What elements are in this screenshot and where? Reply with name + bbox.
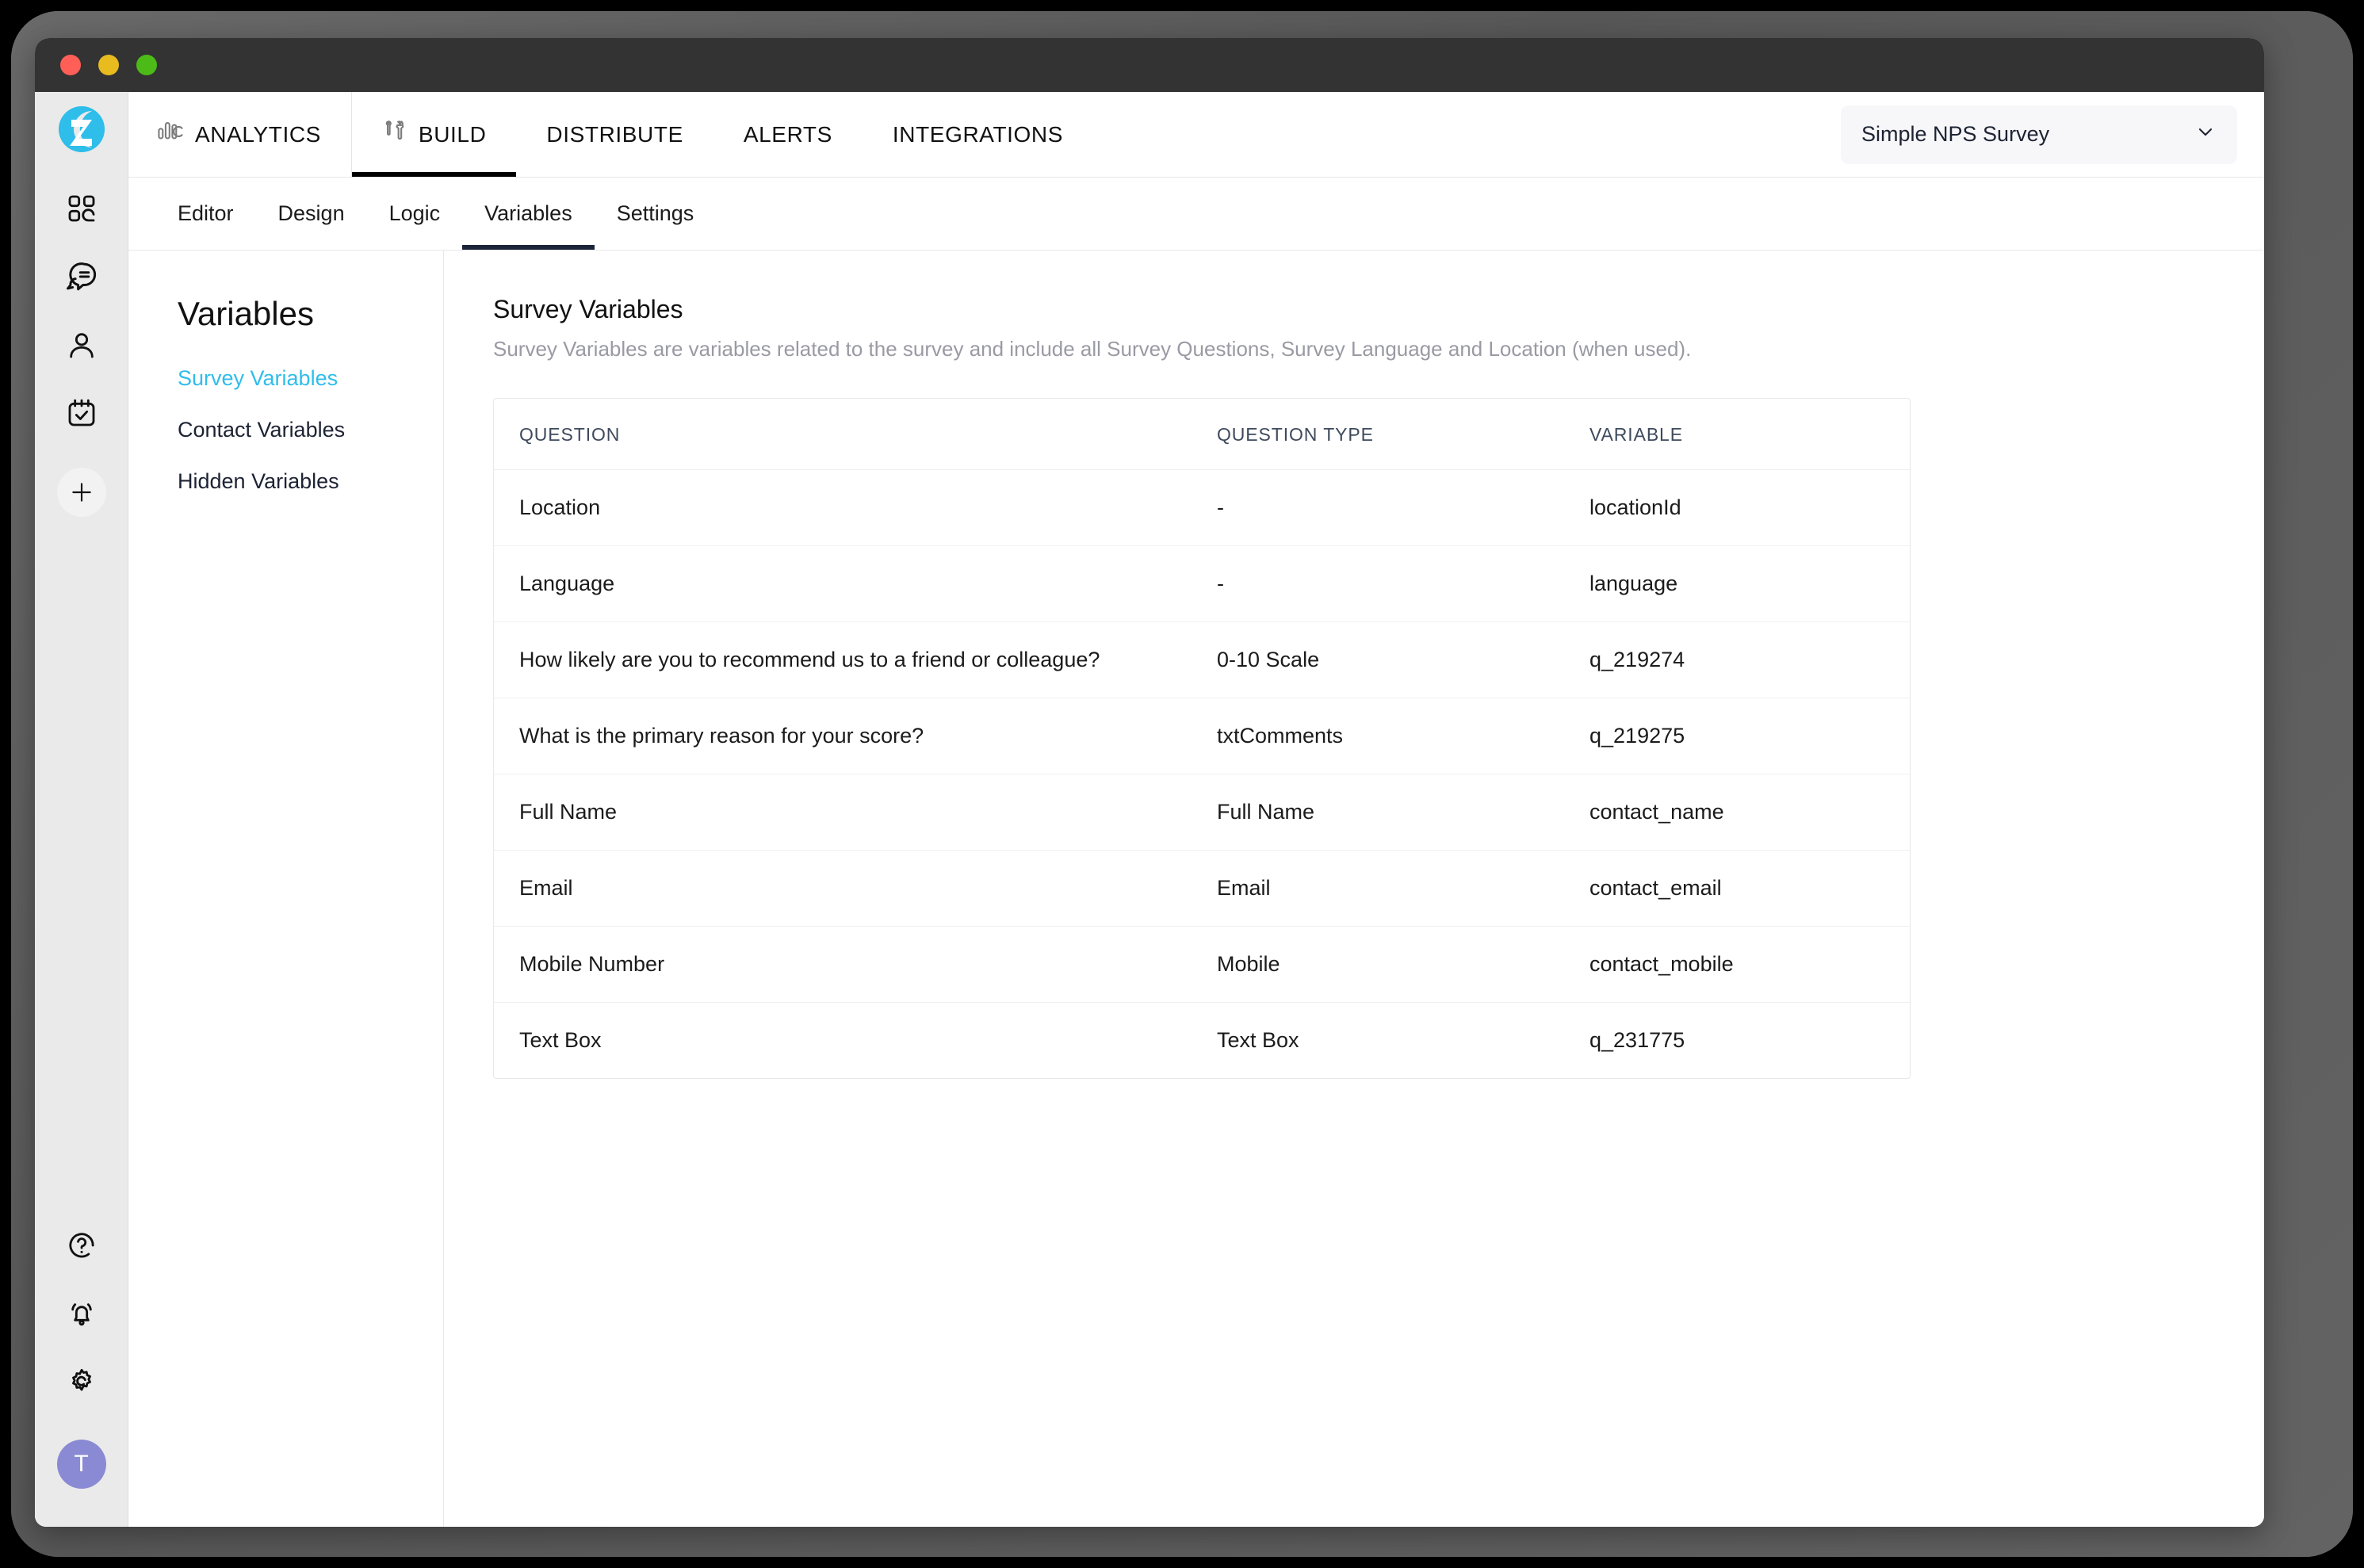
variables-sidepanel: Variables Survey Variables Contact Varia… [128,250,444,1527]
content-area: Variables Survey Variables Contact Varia… [128,250,2264,1527]
cell-question: Location [494,469,1192,546]
cell-question-type: Full Name [1192,774,1564,851]
cell-question: Text Box [494,1002,1192,1078]
table-row[interactable]: Location - locationId [494,469,1910,546]
cell-question-type: txtComments [1192,698,1564,774]
cell-question-type: Email [1192,850,1564,927]
topnav-item-distribute[interactable]: DISTRIBUTE [516,92,713,177]
topnav-spacer [1093,92,1841,177]
top-navigation: ANALYTICS BUILD DISTRIBUTE ALERTS INTEGR… [128,92,2264,178]
avatar[interactable]: T [56,1440,106,1489]
cell-variable: q_219275 [1564,698,1910,774]
survey-variables-panel: Survey Variables Survey Variables are va… [444,250,2264,1527]
window-titlebar [35,38,2264,92]
column-header-question-type: QUESTION TYPE [1192,399,1564,470]
browser-window: T ANALYTICS BUILD DISTRIBUTE ALERTS INTE… [35,38,2264,1527]
app-body: T ANALYTICS BUILD DISTRIBUTE ALERTS INTE… [35,92,2264,1527]
sub-navigation: Editor Design Logic Variables Settings [128,178,2264,250]
close-button[interactable] [60,55,81,75]
topnav-label-build: BUILD [418,121,487,147]
bar-chart-icon [157,120,184,149]
topnav-label-alerts: ALERTS [743,121,832,147]
table-row[interactable]: How likely are you to recommend us to a … [494,621,1910,698]
panel-description: Survey Variables are variables related t… [493,337,1692,361]
table-row[interactable]: What is the primary reason for your scor… [494,698,1910,774]
cell-variable: q_219274 [1564,621,1910,698]
page-title: Variables [178,295,314,332]
left-icon-rail: T [35,92,128,1527]
sidebar-item-contact-variables[interactable]: Contact Variables [178,418,443,442]
topnav-label-integrations: INTEGRATIONS [892,121,1064,147]
tab-label-editor: Editor [178,201,234,225]
table-row[interactable]: Language - language [494,545,1910,622]
cell-question: What is the primary reason for your scor… [494,698,1192,774]
survey-selector-value: Simple NPS Survey [1861,122,2050,146]
main-column: ANALYTICS BUILD DISTRIBUTE ALERTS INTEGR… [128,92,2264,1527]
add-button[interactable] [56,468,106,517]
user-icon[interactable] [57,320,106,369]
tab-label-design: Design [277,201,345,225]
gear-icon[interactable] [57,1357,106,1406]
desktop-backdrop: T ANALYTICS BUILD DISTRIBUTE ALERTS INTE… [0,0,2364,1568]
cell-question: Mobile Number [494,926,1192,1003]
bell-icon[interactable] [57,1289,106,1338]
cell-question: How likely are you to recommend us to a … [494,621,1192,698]
cell-question-type: - [1192,469,1564,546]
zonka-logo[interactable] [57,105,106,154]
cell-question-type: 0-10 Scale [1192,621,1564,698]
topnav-item-build[interactable]: BUILD [351,92,517,177]
table-row[interactable]: Mobile Number Mobile contact_mobile [494,926,1910,1003]
sidebar-item-hidden-variables[interactable]: Hidden Variables [178,469,443,494]
cell-question: Language [494,545,1192,622]
grid-dashboard-icon[interactable] [57,184,106,233]
cell-question-type: - [1192,545,1564,622]
calendar-check-icon[interactable] [57,388,106,438]
cell-question: Email [494,850,1192,927]
table-body: Location - locationId Language - language How … [494,469,1910,1078]
table-row[interactable]: Text Box Text Box q_231775 [494,1002,1910,1078]
cell-question: Full Name [494,774,1192,851]
table-row[interactable]: Full Name Full Name contact_name [494,774,1910,851]
tab-editor[interactable]: Editor [155,178,256,250]
variables-table: QUESTION QUESTION TYPE VARIABLE Location… [494,399,1910,1078]
tab-label-variables: Variables [484,201,572,225]
cell-question-type: Text Box [1192,1002,1564,1078]
chat-bubbles-icon[interactable] [57,252,106,301]
tab-design[interactable]: Design [256,178,367,250]
survey-selector[interactable]: Simple NPS Survey [1841,105,2237,164]
tab-variables[interactable]: Variables [462,178,595,250]
cell-question-type: Mobile [1192,926,1564,1003]
cell-variable: q_231775 [1564,1002,1910,1078]
chevron-down-icon [2194,120,2217,148]
column-header-variable: VARIABLE [1564,399,1910,470]
topnav-label-analytics: ANALYTICS [195,121,321,147]
tab-settings[interactable]: Settings [595,178,717,250]
table-head: QUESTION QUESTION TYPE VARIABLE [494,399,1910,470]
table-header-row: QUESTION QUESTION TYPE VARIABLE [494,399,1910,470]
cell-variable: locationId [1564,469,1910,546]
topnav-item-analytics[interactable]: ANALYTICS [128,92,352,177]
tab-label-logic: Logic [388,201,441,225]
cell-variable: contact_mobile [1564,926,1910,1003]
topnav-item-alerts[interactable]: ALERTS [713,92,863,177]
tab-logic[interactable]: Logic [367,178,463,250]
tools-icon [382,119,407,150]
cell-variable: contact_email [1564,850,1910,927]
topnav-label-distribute: DISTRIBUTE [546,121,683,147]
cell-variable: contact_name [1564,774,1910,851]
column-header-question: QUESTION [494,399,1192,470]
tab-label-settings: Settings [616,201,694,225]
variables-table-wrapper: QUESTION QUESTION TYPE VARIABLE Location… [493,398,1911,1079]
cell-variable: language [1564,545,1910,622]
panel-heading: Survey Variables [493,295,683,323]
maximize-button[interactable] [136,55,157,75]
topnav-item-integrations[interactable]: INTEGRATIONS [863,92,1093,177]
minimize-button[interactable] [98,55,119,75]
help-circle-icon[interactable] [57,1221,106,1270]
sidebar-item-survey-variables[interactable]: Survey Variables [178,366,443,391]
table-row[interactable]: Email Email contact_email [494,850,1910,927]
